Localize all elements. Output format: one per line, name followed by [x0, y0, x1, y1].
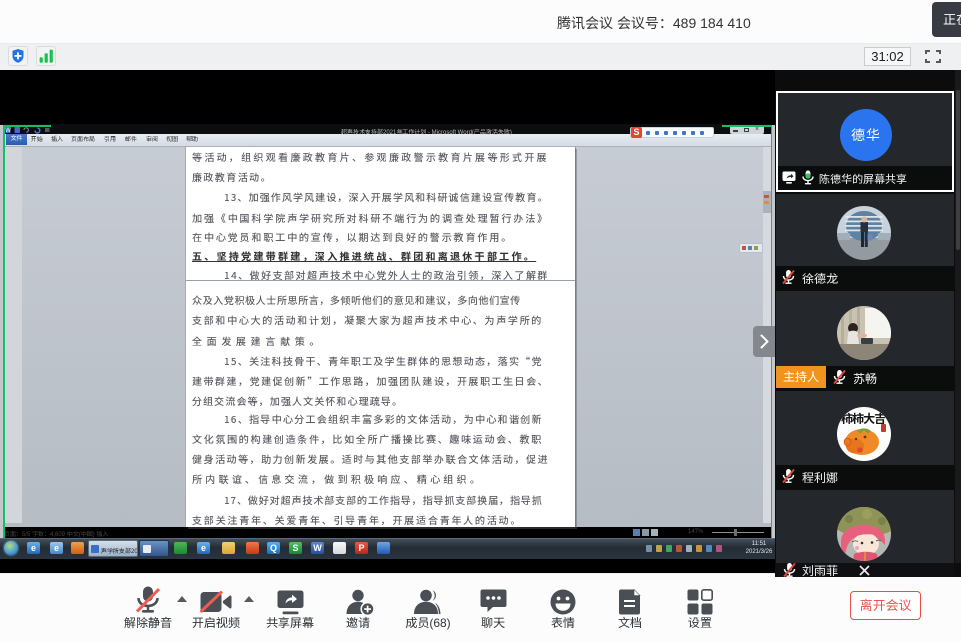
- svg-text:柿柿大吉: 柿柿大吉: [841, 410, 886, 427]
